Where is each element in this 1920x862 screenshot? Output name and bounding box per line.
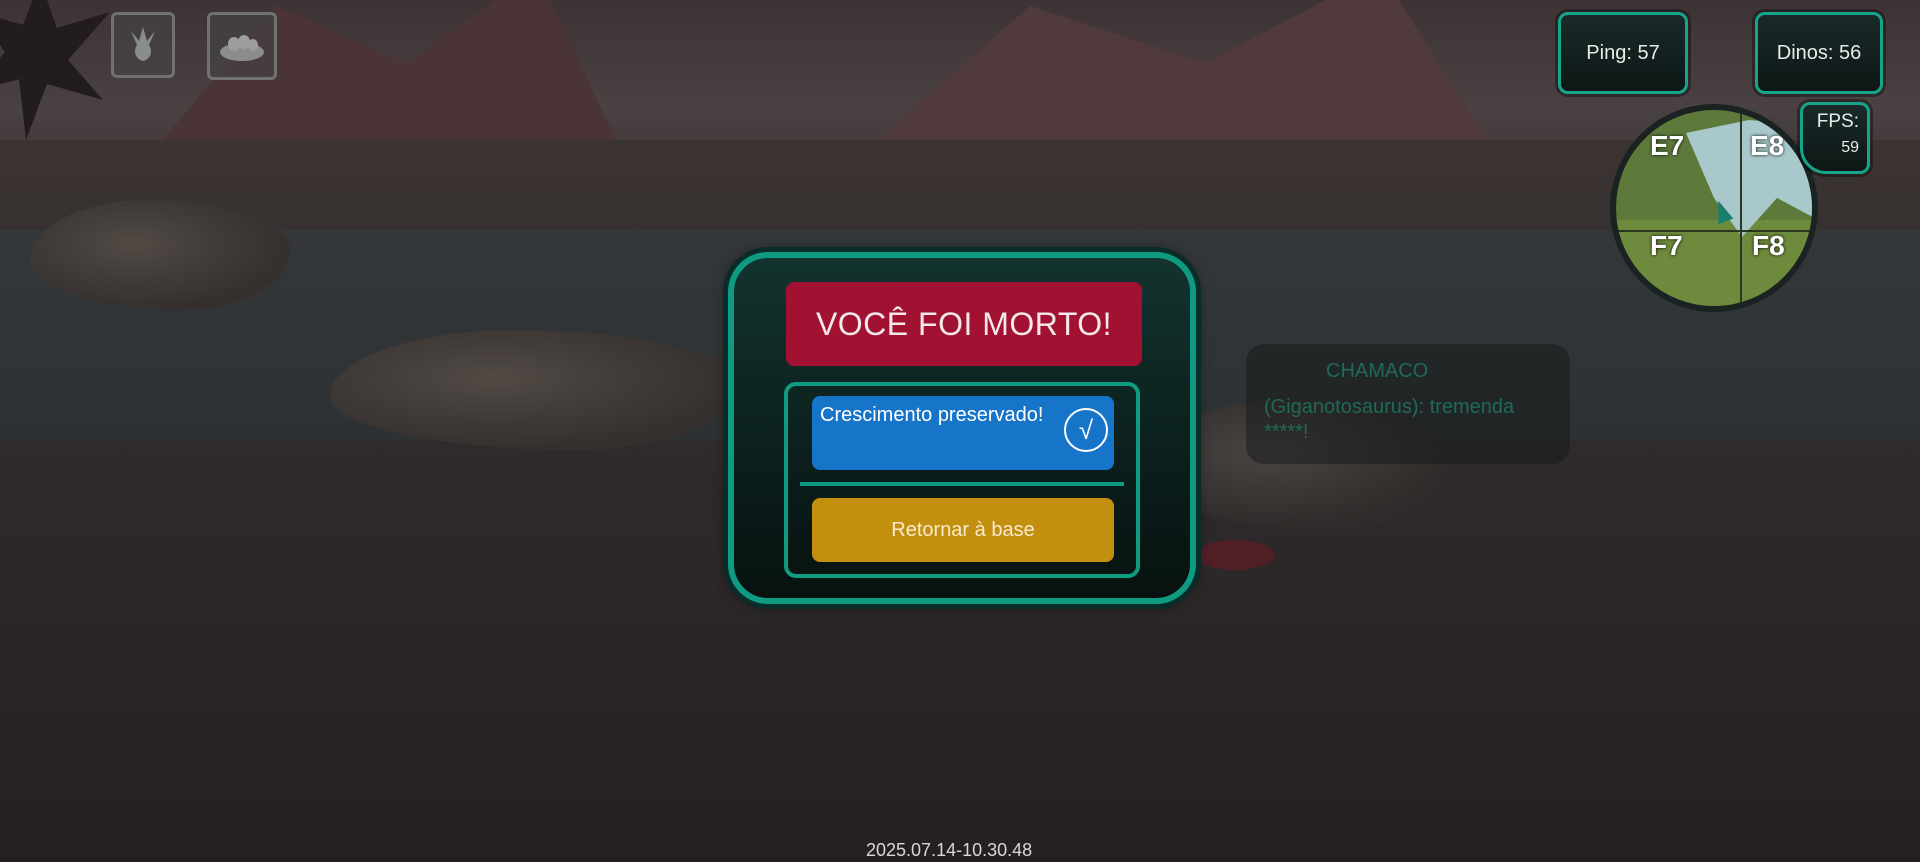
- ping-label: Ping: 57: [1586, 41, 1660, 64]
- growth-preserved-label: Crescimento preservado!: [820, 404, 1044, 426]
- nest-icon: [220, 35, 264, 61]
- minimap-cell-label: E7: [1650, 130, 1685, 161]
- minimap-cell-label: F7: [1650, 230, 1683, 261]
- tracks-button[interactable]: [111, 12, 175, 78]
- chat-box: CHAMACO (Giganotosaurus): tremenda *****…: [1246, 344, 1570, 464]
- blood-splatter: [1195, 540, 1275, 570]
- return-to-base-button[interactable]: Retornar à base: [812, 498, 1114, 562]
- rock: [30, 200, 290, 310]
- fps-display: FPS: 59: [1800, 102, 1870, 174]
- return-to-base-label: Retornar à base: [891, 518, 1035, 541]
- growth-preserved-button[interactable]: Crescimento preservado! √: [812, 396, 1114, 470]
- ping-display: Ping: 57: [1558, 12, 1688, 94]
- game-scene: Ping: 57 Dinos: 56 E7 E8 F7 F8 FPS: 59 C…: [0, 0, 1920, 862]
- chat-sender: CHAMACO: [1326, 360, 1429, 382]
- dinos-label: Dinos: 56: [1776, 41, 1862, 64]
- fps-value: 59: [1841, 139, 1859, 156]
- death-title: VOCÊ FOI MORTO!: [786, 282, 1142, 366]
- nest-button[interactable]: [207, 12, 277, 80]
- dino-footprint-icon: [131, 27, 155, 61]
- timestamp: 2025.07.14-10.30.48: [866, 840, 1033, 860]
- minimap-land: [1616, 220, 1812, 306]
- minimap-grid-line: [1616, 230, 1812, 232]
- minimap-cell-label: F8: [1752, 230, 1785, 261]
- chat-message: (Giganotosaurus): tremenda *****!: [1264, 396, 1515, 443]
- death-dialog: VOCÊ FOI MORTO! Crescimento preservado! …: [728, 252, 1196, 604]
- divider: [800, 482, 1124, 486]
- minimap-grid-line: [1740, 110, 1742, 306]
- death-options-panel: Crescimento preservado! √ Retornar à bas…: [784, 382, 1140, 578]
- minimap-cell-label: E8: [1750, 130, 1785, 161]
- minimap[interactable]: E7 E8 F7 F8: [1610, 104, 1818, 312]
- fps-label: FPS:: [1816, 111, 1859, 132]
- dino-count-display: Dinos: 56: [1755, 12, 1883, 94]
- checkmark-icon: √: [1064, 408, 1108, 452]
